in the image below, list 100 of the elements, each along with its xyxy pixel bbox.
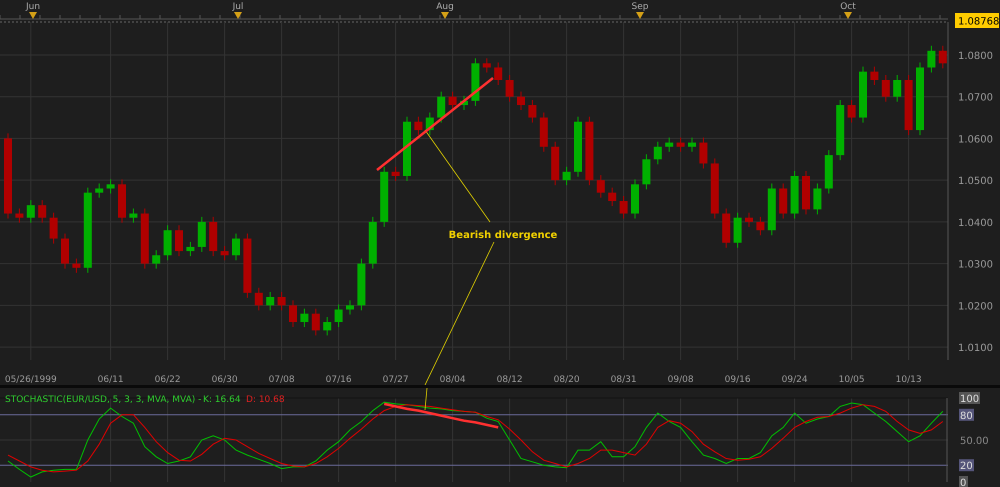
candle <box>437 91 446 124</box>
stochastic-tick-label: 100 <box>959 392 980 405</box>
candle <box>152 250 160 270</box>
date-tick-label: 06/11 <box>98 375 124 385</box>
month-marker-icon <box>29 12 37 19</box>
candle <box>482 58 491 73</box>
date-tick-label: 10/13 <box>896 375 922 385</box>
date-tick-label: 09/16 <box>724 375 751 385</box>
date-tick-label: 09/24 <box>782 375 808 385</box>
leader-line <box>424 388 428 410</box>
candle <box>129 208 138 224</box>
candle <box>859 66 867 124</box>
candle <box>494 62 502 86</box>
date-tick-label: 08/04 <box>440 375 466 385</box>
candle <box>688 137 696 152</box>
candle <box>198 216 206 252</box>
candle <box>312 308 320 336</box>
candle <box>745 212 753 228</box>
candle <box>38 200 46 224</box>
candle <box>164 224 172 261</box>
candle <box>654 141 662 165</box>
month-label: Sep <box>632 2 648 12</box>
date-tick-label: 08/12 <box>496 375 523 385</box>
candle <box>61 233 69 270</box>
candle <box>642 154 650 190</box>
date-tick-label: 10/05 <box>838 375 865 385</box>
month-label: Jul <box>232 2 244 12</box>
candle <box>848 100 856 124</box>
candle <box>756 216 764 236</box>
stochastic-tick-label: 50.00 <box>960 436 989 447</box>
date-tick-label: 07/27 <box>382 375 409 385</box>
k-reading: K: 16.64 <box>203 395 241 405</box>
last-price-badge: 1.08768 <box>955 13 1000 28</box>
price-tick-label: 1.0200 <box>958 301 993 312</box>
price-tick-label: 1.0800 <box>958 50 993 62</box>
candle <box>882 74 890 102</box>
annotation-label: Bearish divergence <box>448 230 558 241</box>
price-tick-label: 1.0300 <box>958 260 993 271</box>
date-tick-label: 07/08 <box>268 375 295 385</box>
candle <box>608 187 616 207</box>
candle <box>824 150 833 194</box>
candle <box>232 233 240 261</box>
indicator-legend: STOCHASTIC(EUR/USD, 5, 3, 3, MVA, MVA) - <box>5 395 202 405</box>
candle <box>676 137 685 152</box>
d-reading: D: 10.68 <box>246 395 285 405</box>
month-marker-icon <box>636 12 644 19</box>
candle <box>631 178 639 220</box>
candle <box>346 300 354 316</box>
candle <box>528 100 536 124</box>
candle <box>278 291 286 311</box>
stochastic-tick-label: 0 <box>959 476 968 487</box>
candle <box>620 196 628 220</box>
candle <box>790 170 799 220</box>
stochastic-tick-label: 80 <box>959 408 974 422</box>
candle <box>551 141 560 186</box>
candle <box>870 66 878 86</box>
date-tick-label: 05/26/1999 <box>4 375 57 385</box>
candle <box>779 183 788 220</box>
price-tick-label: 1.0100 <box>958 343 993 354</box>
candle <box>802 170 810 215</box>
candle <box>448 91 457 111</box>
candle <box>893 74 902 102</box>
candle <box>26 200 35 224</box>
month-label: Oct <box>840 2 856 12</box>
candle <box>665 137 674 152</box>
price-tick-label: 1.0400 <box>958 218 993 229</box>
month-label: Jun <box>26 2 40 12</box>
candle <box>118 178 126 224</box>
candle <box>938 45 947 69</box>
candle <box>186 241 194 257</box>
date-tick-label: 06/22 <box>154 375 181 385</box>
month-label: Aug <box>436 2 454 12</box>
candle <box>540 112 548 152</box>
candle <box>722 208 730 248</box>
candle <box>574 116 582 178</box>
stochastic-tick-label: 20 <box>959 459 974 472</box>
date-tick-label: 08/31 <box>610 375 637 385</box>
candle <box>209 216 218 257</box>
candle <box>460 95 468 111</box>
candle <box>289 300 297 328</box>
candle <box>471 58 480 106</box>
date-tick-label: 09/08 <box>668 375 694 385</box>
candle <box>220 246 229 261</box>
candle <box>368 216 377 270</box>
candle <box>380 166 388 228</box>
candle <box>596 174 605 198</box>
candle <box>517 91 525 111</box>
candle <box>95 183 104 198</box>
candle <box>392 166 400 182</box>
candle <box>300 308 308 328</box>
price-tick-label: 1.0700 <box>958 92 993 104</box>
candle <box>106 178 115 194</box>
candle <box>323 316 332 336</box>
price-tick-label: 1.0600 <box>958 134 993 146</box>
candle <box>50 212 58 244</box>
candle <box>175 224 183 257</box>
candle <box>334 304 343 328</box>
candle <box>734 212 742 248</box>
candle <box>72 258 80 274</box>
date-tick-label: 08/20 <box>554 375 580 385</box>
